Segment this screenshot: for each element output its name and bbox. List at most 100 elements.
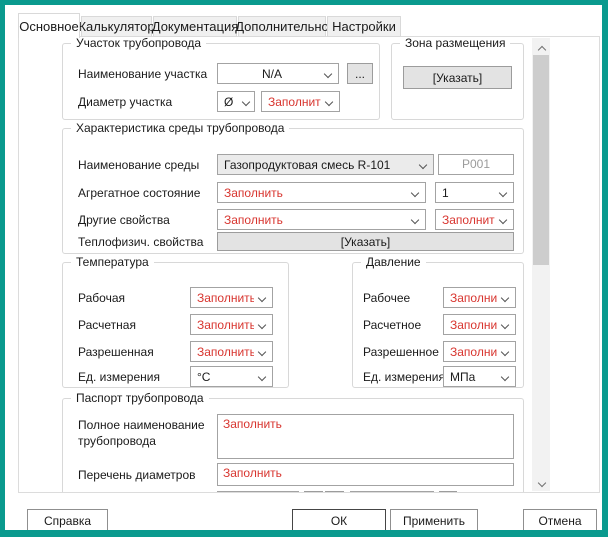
medium-name-combobox[interactable]: Газопродуктовая смесь R-101 <box>217 154 434 175</box>
pressure-design-label: Расчетное <box>363 318 421 332</box>
cancel-button-label: Отмена <box>538 514 581 528</box>
group-passport: Паспорт трубопровода Полное наименование… <box>62 398 524 493</box>
diameter-value-combobox[interactable]: Заполнить <box>261 91 340 112</box>
passport-diameters-label: Перечень диаметров <box>78 468 196 482</box>
temp-working-value: Заполнить <box>197 291 254 305</box>
chevron-down-icon <box>258 373 266 381</box>
chevron-up-icon <box>538 46 546 54</box>
thermo-specify-button[interactable]: [Указать] <box>217 232 514 251</box>
temp-unit-label: Ед. измерения <box>78 370 160 384</box>
clipped-button[interactable] <box>325 491 344 493</box>
passport-diameters-field[interactable]: Заполнить <box>217 463 514 486</box>
temp-unit-combobox[interactable]: °C <box>190 366 273 387</box>
diameter-fill-value: Заполнить <box>268 95 321 109</box>
group-pressure: Давление Рабочее Заполнить Расчетное Зап… <box>352 262 524 388</box>
pressure-unit-label: Ед. измерения <box>363 370 445 384</box>
medium-code-field[interactable]: P001 <box>438 154 514 175</box>
tab-settings[interactable]: Настройки <box>327 16 401 37</box>
medium-state-number-combobox[interactable]: 1 <box>435 182 514 203</box>
medium-name-label: Наименование среды <box>78 158 199 172</box>
tab-settings-label: Настройки <box>332 19 396 34</box>
pressure-allowed-label: Разрешенное <box>363 345 439 359</box>
ok-button-label: ОК <box>331 514 347 528</box>
medium-other-combobox[interactable]: Заполнить <box>217 209 426 230</box>
temp-allowed-value: Заполнить <box>197 345 254 359</box>
chevron-down-icon <box>411 216 419 224</box>
pressure-working-combobox[interactable]: Заполнить <box>443 287 516 308</box>
chevron-down-icon <box>419 161 427 169</box>
pressure-working-value: Заполнить <box>450 291 497 305</box>
ellipsis-icon: ... <box>355 67 365 81</box>
temp-allowed-combobox[interactable]: Заполнить <box>190 341 273 362</box>
chevron-down-icon <box>501 373 509 381</box>
scrollbar-thumb[interactable] <box>533 55 549 265</box>
section-diameter-label: Диаметр участка <box>78 95 172 109</box>
medium-other2-combobox[interactable]: Заполнить <box>435 209 514 230</box>
pressure-allowed-value: Заполнить <box>450 345 497 359</box>
temp-working-label: Рабочая <box>78 291 125 305</box>
medium-other2-value: Заполнить <box>442 213 495 227</box>
clipped-button[interactable] <box>439 491 457 493</box>
vertical-scrollbar[interactable] <box>532 38 550 491</box>
medium-state-number-value: 1 <box>442 186 495 200</box>
tab-additional-label: Дополнительно <box>235 19 329 34</box>
diameter-symbol-value: Ø <box>224 95 240 109</box>
passport-fullname-field[interactable]: Заполнить <box>217 414 514 459</box>
pressure-working-label: Рабочее <box>363 291 410 305</box>
chevron-down-icon <box>242 98 250 106</box>
tab-calculator-label: Калькулятор <box>78 19 154 34</box>
chevron-down-icon <box>258 321 266 329</box>
medium-other-label: Другие свойства <box>78 213 170 227</box>
section-name-combobox[interactable]: N/A <box>217 63 339 84</box>
group-passport-title: Паспорт трубопровода <box>71 391 209 405</box>
chevron-down-icon <box>411 189 419 197</box>
pressure-unit-combobox[interactable]: МПа <box>443 366 516 387</box>
tab-calculator[interactable]: Калькулятор <box>81 16 152 37</box>
tab-additional[interactable]: Дополнительно <box>238 16 326 37</box>
zone-specify-button[interactable]: [Указать] <box>403 66 512 89</box>
medium-state-label: Агрегатное состояние <box>78 186 200 200</box>
thermo-specify-label: [Указать] <box>341 235 390 249</box>
group-medium-title: Характеристика среды трубопровода <box>71 121 289 135</box>
pressure-unit-value: МПа <box>450 370 497 384</box>
clipped-field[interactable] <box>350 491 434 493</box>
medium-name-value: Газопродуктовая смесь R-101 <box>224 158 415 172</box>
zone-specify-label: [Указать] <box>433 71 482 85</box>
temp-allowed-label: Разрешенная <box>78 345 154 359</box>
ok-button[interactable]: ОК <box>292 509 386 533</box>
tab-documentation-label: Документация <box>152 19 239 34</box>
temp-design-combobox[interactable]: Заполнить <box>190 314 273 335</box>
group-pipeline-section-title: Участок трубопровода <box>71 36 206 50</box>
pressure-allowed-combobox[interactable]: Заполнить <box>443 341 516 362</box>
browse-button[interactable]: ... <box>347 63 373 84</box>
medium-state-value: Заполнить <box>224 186 407 200</box>
help-button[interactable]: Справка <box>27 509 108 533</box>
section-name-label: Наименование участка <box>78 67 207 81</box>
tab-main[interactable]: Основное <box>18 13 80 38</box>
group-placement-zone-title: Зона размещения <box>400 36 510 50</box>
chevron-down-icon <box>538 479 546 487</box>
cancel-button[interactable]: Отмена <box>523 509 597 533</box>
temp-design-label: Расчетная <box>78 318 136 332</box>
chevron-down-icon <box>258 294 266 302</box>
clipped-button[interactable] <box>304 491 323 493</box>
temp-design-value: Заполнить <box>197 318 254 332</box>
chevron-down-icon <box>501 348 509 356</box>
diameter-symbol-combobox[interactable]: Ø <box>217 91 255 112</box>
chevron-down-icon <box>499 189 507 197</box>
chevron-down-icon <box>325 98 333 106</box>
tab-documentation[interactable]: Документация <box>153 16 237 37</box>
temp-working-combobox[interactable]: Заполнить <box>190 287 273 308</box>
apply-button[interactable]: Применить <box>390 509 478 533</box>
pressure-design-combobox[interactable]: Заполнить <box>443 314 516 335</box>
group-temperature-title: Температура <box>71 255 154 269</box>
pipeline-properties-dialog: Основное Калькулятор Документация Дополн… <box>0 0 608 537</box>
clipped-field[interactable] <box>217 491 299 493</box>
scroll-up-button[interactable] <box>532 38 550 54</box>
temp-unit-value: °C <box>197 370 254 384</box>
medium-state-combobox[interactable]: Заполнить <box>217 182 426 203</box>
scroll-down-button[interactable] <box>532 475 550 491</box>
chevron-down-icon <box>258 348 266 356</box>
chevron-down-icon <box>501 321 509 329</box>
chevron-down-icon <box>499 216 507 224</box>
